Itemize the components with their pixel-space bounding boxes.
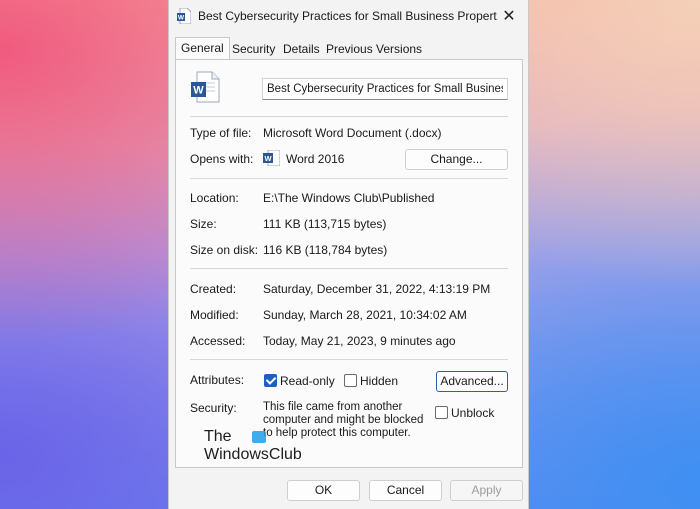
apply-button[interactable]: Apply — [450, 480, 523, 501]
type-of-file-value: Microsoft Word Document (.docx) — [263, 126, 442, 140]
created-value: Saturday, December 31, 2022, 4:13:19 PM — [263, 282, 491, 296]
opens-with-value: Word 2016 — [286, 152, 345, 166]
opens-with-label: Opens with: — [190, 152, 254, 166]
svg-text:W: W — [264, 154, 272, 163]
general-panel: W Type of file: Microsoft Word Document … — [175, 59, 523, 468]
security-label: Security: — [190, 401, 237, 415]
modified-value: Sunday, March 28, 2021, 10:34:02 AM — [263, 308, 467, 322]
separator — [190, 116, 508, 117]
svg-text:W: W — [178, 15, 185, 22]
location-label: Location: — [190, 191, 239, 205]
watermark-icon — [252, 431, 266, 443]
location-value: E:\The Windows Club\Published — [263, 191, 435, 205]
accessed-value: Today, May 21, 2023, 9 minutes ago — [263, 334, 456, 348]
word-document-icon: W — [177, 7, 192, 27]
hidden-label[interactable]: Hidden — [360, 374, 398, 388]
word-app-icon: W — [263, 149, 281, 169]
separator — [190, 268, 508, 269]
accessed-label: Accessed: — [190, 334, 246, 348]
title-bar: W Best Cybersecurity Practices for Small… — [169, 0, 528, 32]
advanced-button[interactable]: Advanced... — [436, 371, 508, 392]
tab-details[interactable]: Details — [278, 40, 325, 59]
dialog-footer: OK Cancel Apply — [169, 468, 528, 509]
ok-button[interactable]: OK — [287, 480, 360, 501]
tab-general[interactable]: General — [175, 37, 230, 59]
window-title: Best Cybersecurity Practices for Small B… — [198, 9, 498, 23]
separator — [190, 178, 508, 179]
cancel-button[interactable]: Cancel — [369, 480, 442, 501]
size-on-disk-value: 116 KB (118,784 bytes) — [263, 243, 388, 257]
created-label: Created: — [190, 282, 237, 296]
separator — [190, 359, 508, 360]
type-of-file-label: Type of file: — [190, 126, 252, 140]
read-only-label[interactable]: Read-only — [280, 374, 335, 388]
tab-security[interactable]: Security — [227, 40, 280, 59]
unblock-label[interactable]: Unblock — [451, 406, 494, 420]
read-only-checkbox[interactable] — [264, 374, 277, 387]
tab-strip: General Security Details Previous Versio… — [175, 37, 520, 59]
watermark-line-2: WindowsClub — [204, 446, 302, 463]
size-value: 111 KB (113,715 bytes) — [263, 217, 387, 231]
hidden-checkbox[interactable] — [344, 374, 357, 387]
modified-label: Modified: — [190, 308, 239, 322]
attributes-label: Attributes: — [190, 373, 245, 387]
properties-dialog: W Best Cybersecurity Practices for Small… — [168, 0, 529, 509]
unblock-checkbox[interactable] — [435, 406, 448, 419]
size-on-disk-label: Size on disk: — [190, 243, 259, 257]
tab-previous-versions[interactable]: Previous Versions — [321, 40, 427, 59]
file-name-input[interactable] — [262, 78, 508, 100]
size-label: Size: — [190, 217, 217, 231]
change-button[interactable]: Change... — [405, 149, 508, 170]
close-icon[interactable]: ✕ — [496, 3, 522, 29]
word-document-icon: W — [190, 71, 220, 106]
svg-text:W: W — [193, 85, 204, 97]
